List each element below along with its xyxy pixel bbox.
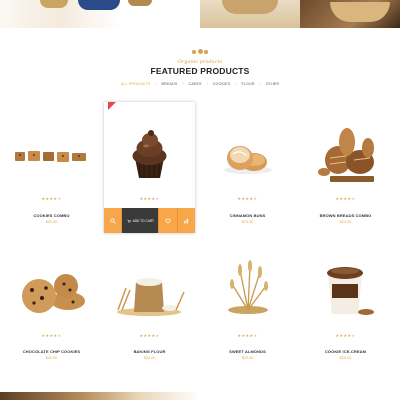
product-card[interactable]: ★★★★★ SWEET ALMONDS $23.00: [202, 240, 293, 368]
quick-view-button[interactable]: [104, 208, 123, 233]
rating-stars: ★★★★★: [237, 196, 258, 201]
product-card[interactable]: ★★★★★ BAKING FLOUR $23.00: [104, 240, 195, 368]
product-price: $23.00: [339, 220, 352, 224]
filter-cookies[interactable]: COOKIES: [208, 82, 236, 86]
add-to-cart-button[interactable]: ADD TO CART: [122, 208, 160, 233]
filter-flour[interactable]: FLOUR: [237, 82, 260, 86]
product-image[interactable]: [104, 102, 195, 188]
rating-stars: ★★★★★: [139, 196, 160, 201]
product-image[interactable]: [6, 102, 97, 188]
rating-stars: ★★★★★: [335, 333, 356, 338]
product-image[interactable]: [202, 102, 293, 188]
rating-stars: ★★★★★: [139, 333, 160, 338]
top-image-strip: [0, 0, 400, 28]
wheat-ornament-icon: [192, 48, 208, 56]
filter-other[interactable]: OTHER: [261, 82, 285, 86]
product-price: $23.00: [241, 220, 254, 224]
product-image[interactable]: [202, 240, 293, 326]
filter-breads[interactable]: BREADS: [157, 82, 183, 86]
bottom-image-strip: [0, 392, 200, 400]
product-card[interactable]: ★★★★★ COOKIES COMBO $23.00: [6, 102, 97, 232]
rating-stars: ★★★★★: [237, 333, 258, 338]
blue-bowl: [78, 0, 120, 10]
category-filters: ALL PRODUCTS / BREADS / CAKES / COOKIES …: [0, 82, 400, 86]
search-icon: [110, 217, 116, 224]
section-title: FEATURED PRODUCTS: [150, 66, 250, 76]
product-image[interactable]: [300, 102, 391, 188]
grain-pile: [40, 0, 68, 8]
product-image[interactable]: [300, 240, 391, 326]
product-price: $23.00: [45, 356, 58, 360]
flour-bowl: [222, 0, 278, 14]
rating-stars: ★★★★★: [41, 196, 62, 201]
product-card-highlighted[interactable]: ★★★★★ ADD TO CART: [104, 102, 195, 233]
cart-icon: [126, 219, 131, 223]
product-image[interactable]: [6, 240, 97, 326]
product-price: $23.00: [339, 356, 352, 360]
rating-stars: ★★★★★: [335, 196, 356, 201]
product-card[interactable]: ★★★★★ BROWN BREADS COMBO $23.00: [300, 102, 391, 232]
add-to-cart-label: ADD TO CART: [132, 218, 155, 223]
product-name[interactable]: BAKING FLOUR: [104, 349, 195, 354]
bar-chart-icon: [184, 218, 189, 223]
product-actions: ADD TO CART: [104, 208, 195, 233]
product-name[interactable]: CINNAMON BUNS: [202, 213, 293, 218]
filter-cakes[interactable]: CAKES: [184, 82, 207, 86]
grain-pile: [128, 0, 152, 6]
product-card[interactable]: ★★★★★ CHOCOLATE CHIP COOKIES $23.00: [6, 240, 97, 368]
product-price: $23.00: [143, 356, 156, 360]
product-card[interactable]: ★★★★★ CINNAMON BUNS $23.00: [202, 102, 293, 232]
product-name[interactable]: SWEET ALMONDS: [202, 349, 293, 354]
product-card[interactable]: ★★★★★ COOKIE ICE-CREAM $23.00: [300, 240, 391, 368]
heart-icon: [165, 218, 171, 224]
top-image-bread: [300, 0, 400, 28]
product-price: $23.00: [241, 356, 254, 360]
compare-button[interactable]: [177, 208, 195, 233]
rating-stars: ★★★★★: [41, 333, 62, 338]
product-name[interactable]: BROWN BREADS COMBO: [300, 213, 391, 218]
product-image[interactable]: [104, 240, 195, 326]
section-subtitle: Organic products: [177, 59, 223, 65]
product-price: $23.00: [45, 220, 58, 224]
wishlist-button[interactable]: [159, 208, 178, 233]
top-image-bowl: [0, 0, 200, 28]
product-name[interactable]: COOKIE ICE-CREAM: [300, 349, 391, 354]
top-image-flour: [200, 0, 300, 28]
product-name[interactable]: COOKIES COMBO: [6, 213, 97, 218]
bread-basket: [330, 2, 390, 22]
product-name[interactable]: CHOCOLATE CHIP COOKIES: [6, 349, 97, 354]
filter-all-products[interactable]: ALL PRODUCTS: [116, 82, 156, 86]
